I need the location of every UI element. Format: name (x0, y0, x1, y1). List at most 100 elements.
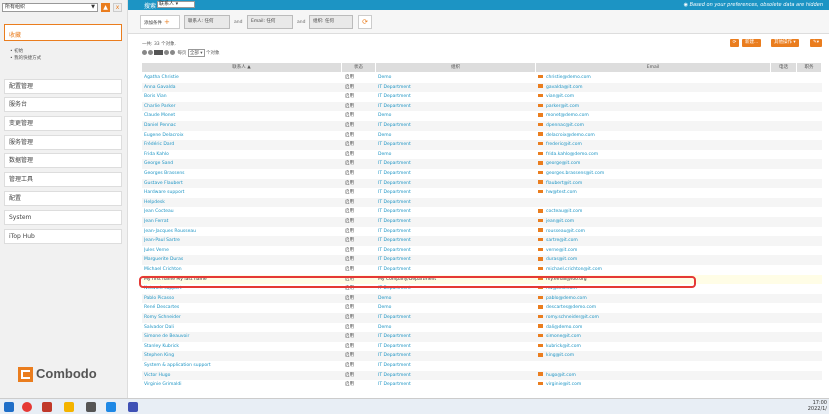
cell-contact[interactable]: Stephen King (144, 351, 340, 361)
cell-email[interactable]: kubrick@it.com (538, 342, 768, 352)
cell-organization[interactable]: IT Department (378, 332, 533, 342)
cell-contact[interactable]: Jules Verne (144, 246, 340, 256)
tools-button[interactable]: ✎▾ (810, 39, 823, 47)
menu-itop-hub[interactable]: iTop Hub (4, 229, 122, 244)
cell-email[interactable]: sartre@it.com (538, 236, 768, 246)
cell-email[interactable]: vian@it.com (538, 92, 768, 102)
table-row[interactable]: Jean Cocteau 启用 IT Department cocteau@it.co… (142, 207, 822, 217)
cell-contact[interactable]: Charlie Parker (144, 102, 340, 112)
add-criteria-button[interactable]: 添加条件 + (140, 15, 180, 29)
cell-organization[interactable]: IT Department (378, 255, 533, 265)
cell-organization[interactable]: IT Department (378, 83, 533, 93)
cell-contact[interactable]: System & application support (144, 361, 340, 371)
cell-organization[interactable]: Demo (378, 73, 533, 83)
cell-contact[interactable]: Georges Brassens (144, 169, 340, 179)
menu-helpdesk[interactable]: 服务台 (4, 97, 122, 112)
table-row[interactable]: Michael Crichton 启用 IT Department michael.c… (142, 265, 822, 275)
new-button[interactable]: 新建... (742, 39, 762, 47)
start-icon[interactable] (4, 402, 14, 412)
last-page-icon[interactable] (170, 50, 175, 55)
cell-email[interactable]: michael.crichton@it.com (538, 265, 768, 275)
cell-contact[interactable]: Simone de Beauvoir (144, 332, 340, 342)
favorite-link-home[interactable]: • 初始 (10, 48, 23, 54)
cell-contact[interactable]: Victor Hugo (144, 371, 340, 381)
favorite-link-shortcuts[interactable]: • 我的快捷方式 (10, 55, 41, 61)
cell-email[interactable]: cocteau@it.com (538, 207, 768, 217)
cell-email[interactable]: frederic@it.com (538, 140, 768, 150)
menu-admin-tools[interactable]: 管理工具 (4, 172, 122, 187)
cell-contact[interactable]: Stanley Kubrick (144, 342, 340, 352)
cell-contact[interactable]: Eugene Delacroix (144, 131, 340, 141)
cell-organization[interactable]: Demo (378, 294, 533, 304)
app-icon-3[interactable] (128, 402, 138, 412)
cell-email[interactable]: jean@it.com (538, 217, 768, 227)
cell-organization[interactable]: IT Department (378, 188, 533, 198)
cell-email[interactable]: romy.schneider@it.com (538, 313, 768, 323)
menu-configuration[interactable]: 配置 (4, 191, 122, 206)
col-function[interactable]: 职务 (797, 63, 822, 72)
cell-organization[interactable]: IT Department (378, 121, 533, 131)
cell-organization[interactable]: IT Department (378, 342, 533, 352)
cell-organization[interactable]: IT Department (378, 351, 533, 361)
table-row[interactable]: Claude Monet 启用 Demo monet@demo.com (142, 111, 822, 121)
table-row[interactable]: Frédéric Dard 启用 IT Department frederic@it.… (142, 140, 822, 150)
next-page-icon[interactable] (164, 50, 169, 55)
cell-organization[interactable]: IT Department (378, 207, 533, 217)
cell-organization[interactable]: IT Department (378, 217, 533, 227)
col-contact[interactable]: 联系人 ▲ (142, 63, 342, 72)
folder-icon[interactable] (64, 402, 74, 412)
menu-change-management[interactable]: 变更管理 (4, 116, 122, 131)
favorites-header[interactable]: 收藏 (4, 24, 122, 41)
cell-organization[interactable]: IT Department (378, 380, 533, 390)
cell-email[interactable]: dali@demo.com (538, 323, 768, 333)
cell-organization[interactable]: Demo (378, 323, 533, 333)
cell-email[interactable]: flaubert@it.com (538, 179, 768, 189)
wps-icon[interactable] (42, 402, 52, 412)
cell-email[interactable]: christie@demo.com (538, 73, 768, 83)
first-page-icon[interactable] (142, 50, 147, 55)
refresh-icon[interactable]: ⟳ (358, 15, 372, 29)
cell-organization[interactable]: IT Department (378, 92, 533, 102)
filter-chip-org[interactable]: 组织: 任何 (309, 15, 353, 29)
menu-service-management[interactable]: 服务管理 (4, 135, 122, 150)
cell-contact[interactable]: Jean Ferrat (144, 217, 340, 227)
table-row[interactable]: Charlie Parker 启用 IT Department parker@it.c… (142, 101, 822, 112)
refresh-list-icon[interactable]: ⟳ (730, 39, 739, 47)
table-row[interactable]: Virginie Grimaldi 启用 IT Department virginie… (142, 380, 822, 390)
table-row[interactable]: Jean-Jacques Rousseau 启用 IT Department rous… (142, 226, 822, 237)
cell-contact[interactable]: Frida Kahlo (144, 150, 340, 160)
cell-contact[interactable]: Pablo Picasso (144, 294, 340, 304)
cell-organization[interactable]: IT Department (378, 102, 533, 112)
cell-email[interactable]: george@it.com (538, 159, 768, 169)
cell-organization[interactable]: IT Department (378, 361, 533, 371)
table-row[interactable]: George Sand 启用 IT Department george@it.com (142, 159, 822, 169)
table-row[interactable]: Stephen King 启用 IT Department king@it.com (142, 351, 822, 361)
cell-email[interactable]: hw@test.com (538, 188, 768, 198)
table-row[interactable]: Helpdesk 启用 IT Department (142, 197, 822, 208)
cell-organization[interactable]: Demo (378, 303, 533, 313)
cell-contact[interactable]: Agatha Christie (144, 73, 340, 83)
cell-organization[interactable]: IT Department (378, 169, 533, 179)
per-page-select[interactable]: 全部 ▾ (187, 49, 205, 57)
table-row[interactable]: Jean-Paul Sartre 启用 IT Department sartre@it… (142, 236, 822, 246)
app-icon[interactable] (86, 402, 96, 412)
cell-email[interactable]: rousseau@it.com (538, 227, 768, 237)
cell-contact[interactable]: Jean Cocteau (144, 207, 340, 217)
cell-email[interactable]: virginie@it.com (538, 380, 768, 390)
table-row[interactable]: Pablo Picasso 启用 Demo pablo@demo.com (142, 293, 822, 304)
table-row[interactable]: Eugene Delacroix 启用 Demo delacroix@demo.com (142, 130, 822, 141)
filter-chip-email[interactable]: Email: 任何 (247, 15, 293, 29)
cell-organization[interactable]: IT Department (378, 179, 533, 189)
cell-email[interactable]: hugo@it.com (538, 371, 768, 381)
cell-contact[interactable]: Virginie Grimaldi (144, 380, 340, 390)
cell-email[interactable]: pablo@demo.com (538, 294, 768, 304)
cell-organization[interactable]: Demo (378, 131, 533, 141)
cell-email[interactable]: king@it.com (538, 351, 768, 361)
cell-organization[interactable]: IT Department (378, 140, 533, 150)
cell-contact[interactable]: Frédéric Dard (144, 140, 340, 150)
cell-organization[interactable]: IT Department (378, 198, 533, 208)
cell-email[interactable]: georges.brassens@it.com (538, 169, 768, 179)
cell-organization[interactable]: IT Department (378, 227, 533, 237)
cell-email[interactable]: dpennac@it.com (538, 121, 768, 131)
cell-contact[interactable]: Marguerite Duras (144, 255, 340, 265)
